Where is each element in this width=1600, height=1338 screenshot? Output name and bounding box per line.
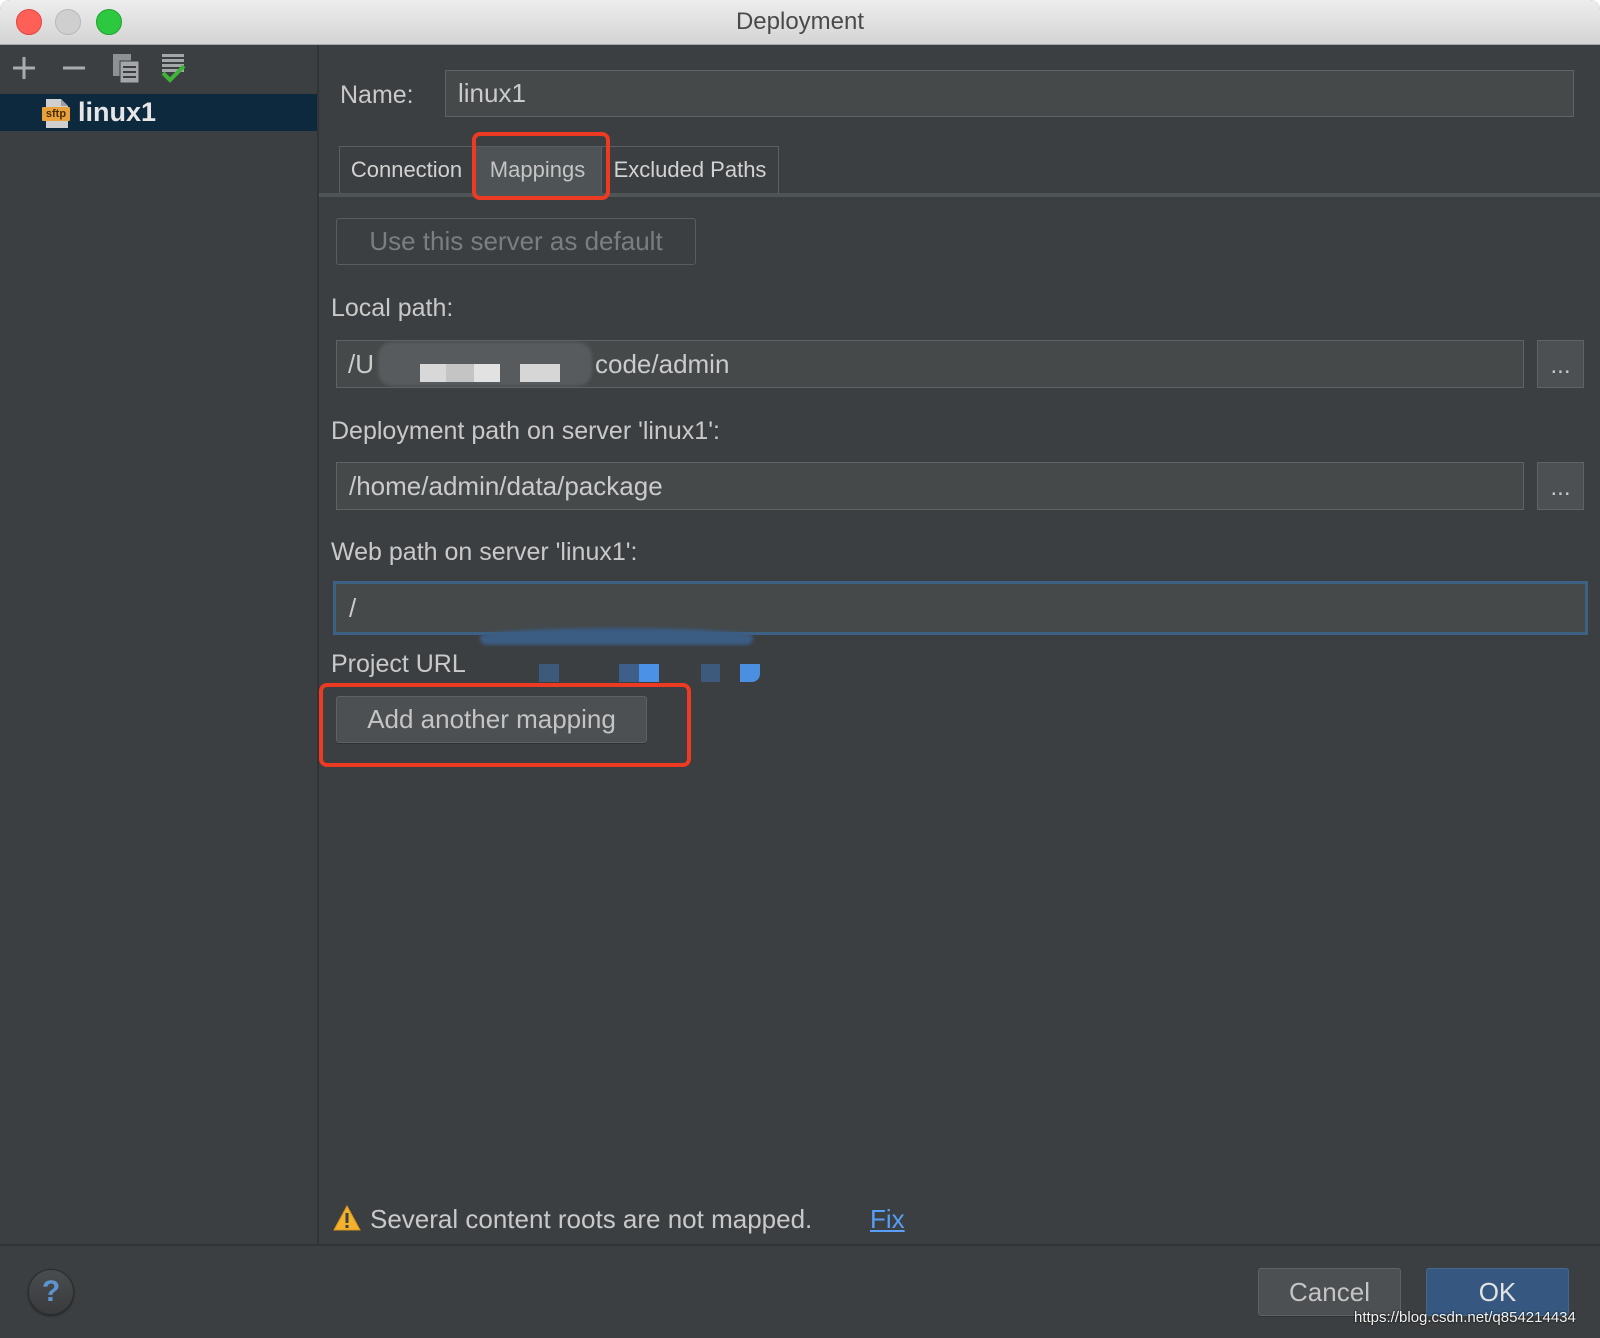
- redaction-block: [701, 664, 720, 682]
- redaction-block: [639, 664, 659, 682]
- deployment-path-input[interactable]: [336, 462, 1524, 510]
- redaction-block: [446, 364, 474, 382]
- server-list-item-label: linux1: [78, 97, 157, 127]
- web-path-input[interactable]: [333, 581, 1588, 635]
- use-as-default-button[interactable]: Use this server as default: [336, 218, 696, 265]
- window-title: Deployment: [735, 8, 865, 35]
- redaction-block: [420, 364, 446, 382]
- remove-icon[interactable]: [62, 56, 86, 80]
- project-url-label: Project URL: [331, 650, 466, 678]
- annotation-highlight-add-mapping: [319, 683, 691, 767]
- redaction-block: [474, 364, 500, 382]
- warning-icon: [333, 1204, 361, 1232]
- help-button[interactable]: ?: [28, 1269, 74, 1315]
- web-path-label: Web path on server 'linux1':: [331, 538, 638, 566]
- deployment-path-browse-button[interactable]: ...: [1537, 462, 1584, 510]
- redaction-block: [740, 664, 760, 682]
- tab-excluded-paths[interactable]: Excluded Paths: [601, 146, 779, 193]
- warning-message: Several content roots are not mapped.: [370, 1204, 813, 1234]
- server-list-panel: [0, 45, 319, 1244]
- footer-divider: [0, 1244, 1600, 1246]
- annotation-highlight-mappings-tab: [472, 132, 610, 200]
- deployment-dialog: Deployment sftp linux1 Name: linux1 Conn…: [0, 0, 1600, 1338]
- watermark: https://blog.csdn.net/q854214434: [1354, 1309, 1576, 1326]
- local-path-browse-button[interactable]: ...: [1537, 340, 1584, 388]
- test-connection-icon[interactable]: [159, 53, 187, 84]
- name-input[interactable]: [445, 70, 1574, 117]
- local-path-value-end: code/admin: [595, 349, 730, 379]
- fix-link[interactable]: Fix: [870, 1204, 905, 1234]
- redaction-blur: [480, 628, 753, 645]
- local-path-label: Local path:: [331, 294, 454, 322]
- deployment-path-label: Deployment path on server 'linux1':: [331, 417, 720, 445]
- sftp-icon-label: sftp: [42, 107, 70, 121]
- tab-connection[interactable]: Connection: [339, 146, 473, 193]
- redaction-block: [539, 664, 559, 682]
- local-path-value-start: /U: [348, 349, 374, 379]
- redaction-block: [619, 664, 639, 682]
- copy-icon[interactable]: [111, 53, 141, 84]
- redaction-block: [520, 364, 560, 382]
- name-label: Name:: [340, 81, 414, 109]
- add-icon[interactable]: [12, 56, 36, 80]
